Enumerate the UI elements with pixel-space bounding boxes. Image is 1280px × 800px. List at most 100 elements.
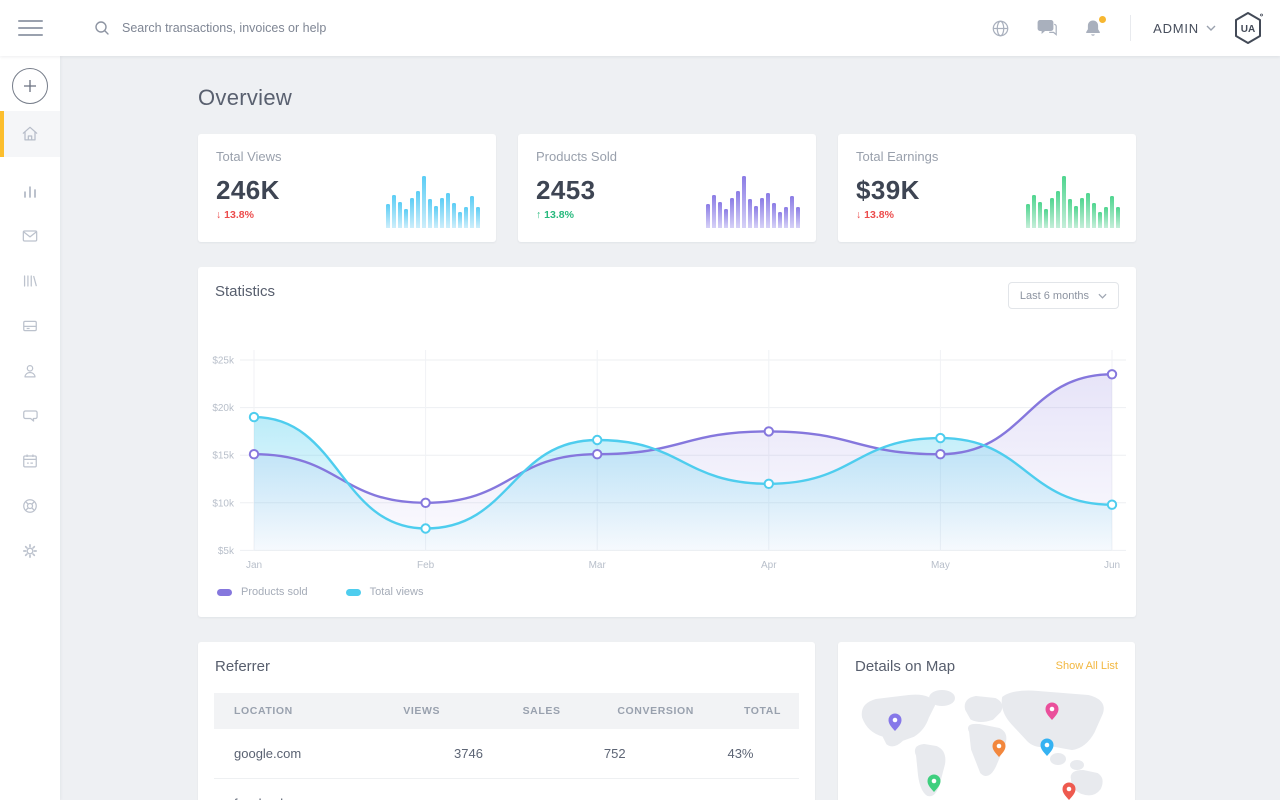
sparkline-bars xyxy=(386,176,480,228)
svg-text:Apr: Apr xyxy=(761,560,777,571)
statistics-panel: Statistics Last 6 months $25k $20k $15k $10… xyxy=(198,267,1136,617)
chevron-down-icon xyxy=(1206,25,1216,31)
sidebar-item-support[interactable] xyxy=(0,483,60,528)
spark-bar xyxy=(476,207,480,228)
data-point xyxy=(250,413,258,421)
data-point xyxy=(421,524,429,532)
topbar-icons xyxy=(991,19,1102,38)
svg-text:Mar: Mar xyxy=(589,560,607,571)
card-label: Total Views xyxy=(216,149,478,164)
sidebar xyxy=(0,56,60,800)
card-label: Total Earnings xyxy=(856,149,1118,164)
svg-text:Jun: Jun xyxy=(1104,560,1120,571)
app-logo[interactable]: UA xyxy=(1232,11,1264,45)
referrer-table: LOCATION VIEWS SALES CONVERSION TOTAL go… xyxy=(214,693,799,800)
admin-menu[interactable]: ADMIN xyxy=(1153,21,1216,36)
menu-toggle-icon[interactable] xyxy=(0,20,60,36)
page-title: Overview xyxy=(198,85,1136,111)
sidebar-item-library[interactable] xyxy=(0,258,60,303)
svg-text:$10k: $10k xyxy=(212,498,235,509)
spark-bar xyxy=(736,191,740,228)
spark-bar xyxy=(398,202,402,228)
spark-bar xyxy=(452,203,456,228)
referrer-panel: Referrer LOCATION VIEWS SALES CONVERSION… xyxy=(198,642,815,800)
stat-card-products-sold: Products Sold 2453 ↑ 13.8% xyxy=(518,134,816,242)
search-input[interactable] xyxy=(120,20,460,36)
spark-bar xyxy=(796,207,800,228)
globe-icon[interactable] xyxy=(991,19,1010,38)
spark-bar xyxy=(1044,209,1048,228)
data-point xyxy=(765,480,773,488)
search-icon xyxy=(94,20,110,36)
table-cell: google.com xyxy=(214,746,390,761)
mail-icon xyxy=(20,226,40,246)
lifebuoy-icon xyxy=(20,496,40,516)
show-all-list-link[interactable]: Show All List xyxy=(1056,660,1118,672)
referrer-table-body: google.com374675243%facebook.com xyxy=(214,729,799,800)
spark-bar xyxy=(410,198,414,228)
messages-icon[interactable] xyxy=(1037,19,1057,37)
column-header: SALES xyxy=(489,705,594,717)
spark-bar xyxy=(1062,176,1066,228)
range-selector[interactable]: Last 6 months xyxy=(1008,282,1119,309)
table-cell: 752 xyxy=(547,746,682,761)
map-pin-central-asia[interactable] xyxy=(1041,739,1054,757)
sidebar-item-analytics[interactable] xyxy=(0,168,60,213)
data-point xyxy=(250,450,258,458)
spark-bar xyxy=(1098,212,1102,228)
topbar: ADMIN UA xyxy=(0,0,1280,56)
spark-bar xyxy=(760,198,764,228)
sidebar-item-billing[interactable] xyxy=(0,303,60,348)
add-button[interactable] xyxy=(12,68,48,104)
sidebar-item-profile[interactable] xyxy=(0,348,60,393)
data-point xyxy=(593,436,601,444)
notifications-icon[interactable] xyxy=(1084,19,1102,38)
svg-text:$15k: $15k xyxy=(212,451,235,462)
spark-bar xyxy=(1026,204,1030,228)
legend-label: Products sold xyxy=(241,586,308,598)
billing-card-icon xyxy=(20,316,40,336)
gear-icon xyxy=(20,541,40,561)
sidebar-item-calendar[interactable] xyxy=(0,438,60,483)
table-cell: facebook.com xyxy=(214,796,390,800)
topbar-divider xyxy=(1130,15,1131,41)
sidebar-item-home[interactable] xyxy=(0,111,60,157)
spark-bar xyxy=(1074,206,1078,228)
spark-bar xyxy=(1056,191,1060,228)
table-row: facebook.com xyxy=(214,779,799,800)
sidebar-item-settings[interactable] xyxy=(0,528,60,573)
data-point xyxy=(936,434,944,442)
bottom-row: Referrer LOCATION VIEWS SALES CONVERSION… xyxy=(198,642,1136,800)
column-header: TOTAL xyxy=(717,705,799,717)
legend-item: Products sold xyxy=(217,586,308,598)
svg-text:$20k: $20k xyxy=(212,403,235,414)
sidebar-item-messages[interactable] xyxy=(0,213,60,258)
stat-card-total-earnings: Total Earnings $39K ↓ 13.8% xyxy=(838,134,1136,242)
search-bar xyxy=(94,20,991,36)
table-cell: 43% xyxy=(682,746,799,761)
spark-bar xyxy=(712,195,716,228)
legend-item: Total views xyxy=(346,586,424,598)
spark-bar xyxy=(386,204,390,228)
notification-badge xyxy=(1099,16,1106,23)
statistics-title: Statistics xyxy=(215,283,275,300)
spark-bar xyxy=(742,176,746,228)
logo-text: UA xyxy=(1241,24,1255,35)
chevron-down-icon xyxy=(1098,293,1107,299)
svg-text:$25k: $25k xyxy=(212,356,235,367)
sparkline-bars xyxy=(1026,176,1120,228)
spark-bar xyxy=(464,207,468,228)
sparkline-bars xyxy=(706,176,800,228)
legend-label: Total views xyxy=(370,586,424,598)
spark-bar xyxy=(766,193,770,228)
library-icon xyxy=(20,271,40,291)
spark-bar xyxy=(440,198,444,228)
spark-bar xyxy=(458,212,462,228)
sidebar-item-chat[interactable] xyxy=(0,393,60,438)
world-map xyxy=(854,687,1119,800)
spark-bar xyxy=(778,212,782,228)
data-point xyxy=(936,450,944,458)
spark-bar xyxy=(754,206,758,228)
map-pin-oceania[interactable] xyxy=(1063,783,1076,800)
column-header: CONVERSION xyxy=(594,705,717,717)
